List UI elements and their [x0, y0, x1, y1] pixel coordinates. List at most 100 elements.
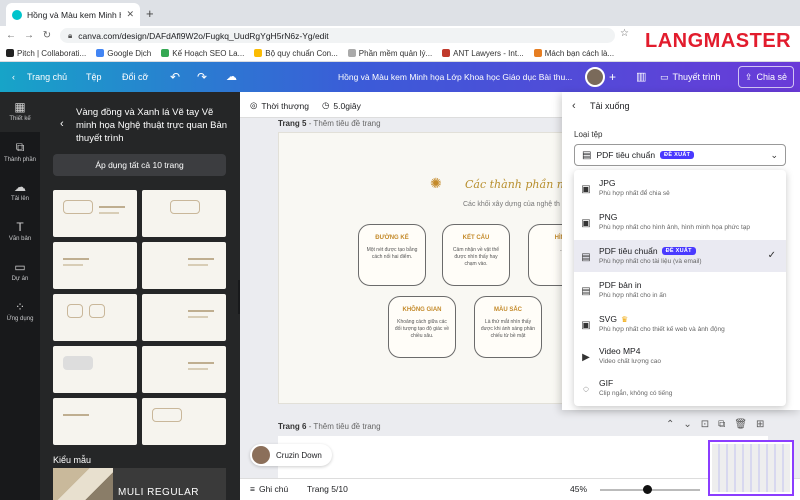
bookmark-favicon-icon [442, 49, 451, 57]
add-page-icon[interactable]: ⊞ [756, 419, 764, 430]
file-type-select[interactable]: ▤ PDF tiêu chuẩn ĐỀ XUẤT ⌄ [574, 144, 786, 166]
elements-icon: ⧉ [15, 140, 25, 154]
template-thumbnail[interactable] [53, 190, 137, 237]
sparkle-icon: ✺ [430, 175, 442, 191]
share-button[interactable]: ⇪ Chia sẻ [738, 66, 794, 88]
lock-icon[interactable]: ⊡ [701, 419, 709, 430]
template-thumbnail[interactable] [53, 294, 137, 341]
mini-preview[interactable] [708, 440, 794, 496]
template-thumbnail[interactable] [53, 346, 137, 393]
page-indicator[interactable]: Trang 5/10 [307, 484, 348, 494]
home-link[interactable]: Trang chủ [27, 72, 67, 82]
bookmark-item[interactable]: Pitch | Collaborati... [6, 49, 86, 58]
concept-card[interactable]: KẾT CẤU Cảm nhận về vật thể được nhìn th… [442, 224, 510, 286]
rail-item-apps[interactable]: ⁘ Ứng dụng [0, 300, 40, 322]
user-avatar[interactable] [585, 67, 605, 87]
chevron-left-icon[interactable]: ‹ [12, 72, 15, 82]
option-gif[interactable]: ◌ GIF Clip ngắn, không có tiếng [574, 372, 786, 404]
template-thumbnail[interactable] [142, 294, 226, 341]
chevron-left-icon[interactable]: ‹ [572, 100, 576, 112]
option-pdf-print[interactable]: ▤ PDF bản in Phù hợp nhất cho in ấn [574, 274, 786, 306]
recommended-badge: ĐỀ XUẤT [661, 247, 696, 255]
bookmark-item[interactable]: Google Dịch [96, 49, 151, 58]
bookmark-item[interactable]: ANT Lawyers - Int... [442, 49, 524, 58]
template-title: Vàng đồng và Xanh lá Vẽ tay Vẽ minh họa … [76, 107, 228, 144]
concept-card[interactable]: KHÔNG GIAN Khoảng cách giữa các đối tượn… [388, 296, 456, 358]
bookmark-item[interactable]: Kế Hoạch SEO La... [161, 49, 244, 58]
add-collaborator-icon[interactable]: + [609, 70, 616, 84]
document-icon: ▤ [581, 252, 591, 263]
zoom-slider-handle[interactable] [643, 485, 652, 494]
option-svg[interactable]: ▣ SVG ♛ Phù hợp nhất cho thiết kế web và ả… [574, 308, 786, 340]
rail-item-elements[interactable]: ⧉ Thành phần [0, 140, 40, 163]
rail-item-design[interactable]: ▦ Thiết kế [0, 92, 40, 132]
video-icon: ▶ [582, 352, 590, 363]
back-arrow-icon[interactable]: ← [4, 30, 18, 41]
omnibox[interactable]: 🔒︎ canva.com/design/DAFdAfl9W2o/Fugkq_Uu… [60, 28, 615, 43]
styles-heading: Kiểu mẫu [53, 455, 92, 465]
tab-title: Hồng và Màu kem Minh họa Lớ [27, 9, 121, 20]
forward-arrow-icon[interactable]: → [22, 30, 36, 41]
concept-card[interactable]: MÀU SẮC Là thứ mắt nhìn thấy được khi án… [474, 296, 542, 358]
option-jpg[interactable]: ▣ JPG Phù hợp nhất để chia sẻ [574, 172, 786, 204]
redo-icon[interactable]: ↷ [197, 70, 207, 84]
concept-card[interactable]: ĐƯỜNG KẺ Một nét được tạo bằng cách nối … [358, 224, 426, 286]
clock-icon: ◷ [322, 100, 330, 110]
notes-button[interactable]: ≡ Ghi chú [250, 484, 288, 494]
slide-subheading[interactable]: Các khối xây dựng của nghệ th [463, 201, 560, 208]
bookmark-favicon-icon [161, 49, 170, 57]
file-menu[interactable]: Tệp [86, 72, 102, 82]
page-5-label[interactable]: Trang 5 - Thêm tiêu đề trang [278, 119, 381, 128]
rail-item-projects[interactable]: ▭ Dự án [0, 260, 40, 282]
bookmark-item[interactable]: Phần mềm quản lý... [347, 49, 432, 58]
template-thumbnail[interactable] [53, 398, 137, 445]
option-png[interactable]: ▣ PNG Phù hợp nhất cho hình ảnh, hình min… [574, 206, 786, 238]
url-text: canva.com/design/DAFdAfl9W2o/Fugkq_UudRg… [78, 30, 329, 41]
collaborator-avatar [252, 446, 270, 464]
template-thumbnail[interactable] [142, 190, 226, 237]
chevron-down-icon: ⌄ [770, 149, 778, 160]
chevron-left-icon[interactable]: ‹ [60, 118, 64, 130]
apply-all-pages-button[interactable]: Áp dụng tất cả 10 trang [53, 154, 226, 176]
document-title[interactable]: Hồng và Màu kem Minh họa Lớp Khoa học Gi… [338, 72, 572, 82]
collaborator-chip[interactable]: Cruzin Down [250, 444, 332, 466]
rail-item-text[interactable]: T Văn bản [0, 220, 40, 242]
chevron-down-icon[interactable]: ⌄ [683, 419, 691, 430]
analytics-icon[interactable]: ▥ [636, 70, 646, 83]
option-mp4[interactable]: ▶ Video MP4 Video chất lượng cao [574, 340, 786, 372]
bookmark-star-icon[interactable]: ☆ [620, 28, 629, 39]
resize-menu[interactable]: Đổi cỡ [122, 72, 148, 82]
reload-icon[interactable]: ↻ [40, 30, 54, 41]
duplicate-icon[interactable]: ⧉ [718, 419, 725, 430]
animation-icon: ◎ [250, 100, 258, 110]
new-tab-icon[interactable]: + [146, 6, 154, 21]
present-icon: ▭ [660, 71, 669, 82]
trash-icon[interactable]: 🗑︎ [734, 419, 747, 430]
option-pdf-standard[interactable]: ▤ PDF tiêu chuẩn ĐỀ XUẤT Phù hợp nhất cho … [574, 240, 786, 272]
animate-button[interactable]: ◎ Thời thượng [250, 100, 309, 111]
browser-tab[interactable]: Hồng và Màu kem Minh họa Lớ ✕ [6, 3, 140, 26]
template-thumbnail[interactable] [142, 242, 226, 289]
present-button[interactable]: ▭ Thuyết trình [660, 66, 721, 88]
template-thumbnail[interactable] [142, 346, 226, 393]
folder-icon: ▭ [14, 260, 26, 274]
canva-favicon-icon [12, 9, 22, 20]
download-title: Tải xuống [590, 101, 630, 111]
recommended-badge: ĐỀ XUẤT [660, 151, 695, 159]
checkmark-icon: ✓ [767, 250, 776, 261]
cloud-sync-icon[interactable]: ☁ [226, 70, 237, 83]
page-6-label[interactable]: Trang 6 - Thêm tiêu đề trang [278, 422, 381, 431]
template-thumbnail[interactable] [53, 242, 137, 289]
chevron-up-icon[interactable]: ⌃ [666, 419, 674, 430]
template-thumbnail[interactable] [142, 398, 226, 445]
apps-icon: ⁘ [14, 300, 26, 314]
zoom-level[interactable]: 45% [570, 484, 587, 494]
close-tab-icon[interactable]: ✕ [126, 9, 134, 20]
duration-button[interactable]: ◷ 5.0giây [322, 100, 361, 111]
page-tools: ⌃ ⌄ ⊡ ⧉ 🗑︎ ⊞ [666, 419, 764, 430]
undo-icon[interactable]: ↶ [170, 70, 180, 84]
bookmark-item[interactable]: Mách bạn cách là... [533, 49, 614, 58]
rail-item-uploads[interactable]: ☁ Tải lên [0, 180, 40, 202]
bookmark-item[interactable]: Bộ quy chuẩn Con... [254, 49, 338, 58]
notes-icon: ≡ [250, 484, 255, 494]
